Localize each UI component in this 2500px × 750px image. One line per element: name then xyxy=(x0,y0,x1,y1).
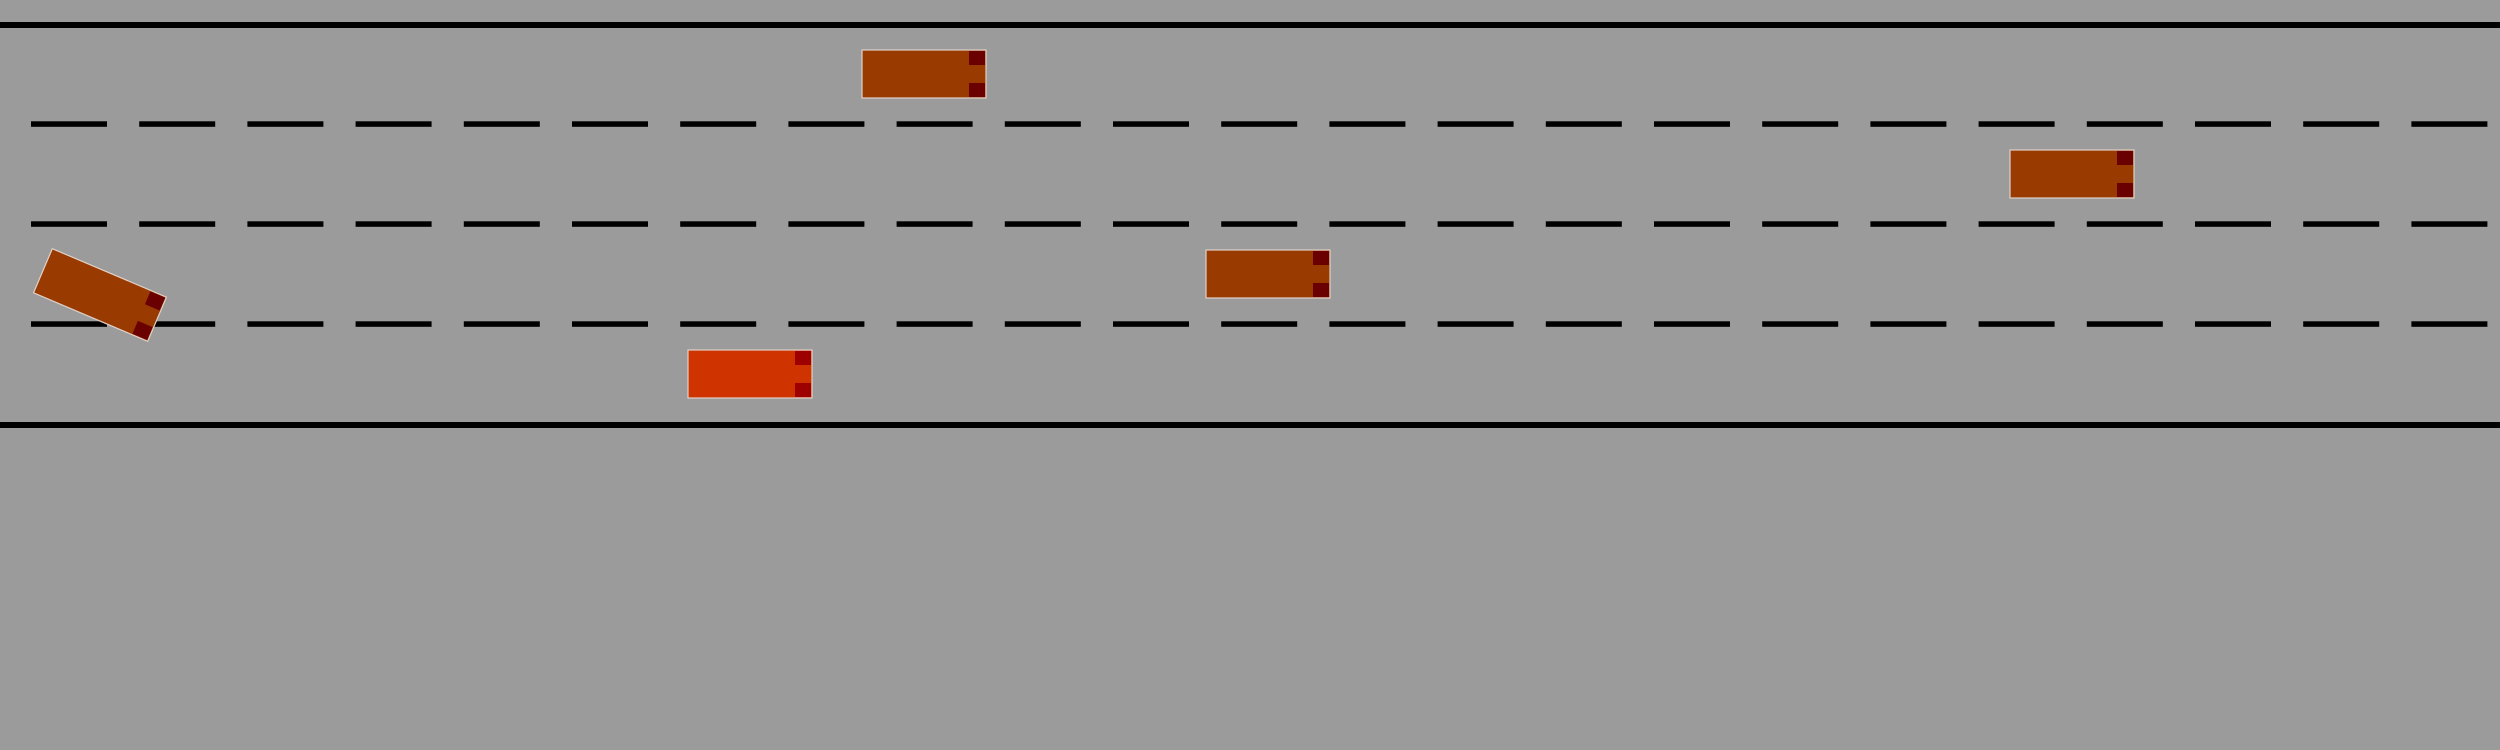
lane-dash xyxy=(355,221,432,227)
lane-dash xyxy=(2303,121,2380,127)
lane-dash xyxy=(1545,121,1622,127)
lane-dash xyxy=(1004,221,1081,227)
headlight-right xyxy=(795,383,811,397)
lane-dash xyxy=(2086,321,2163,327)
lane-dash xyxy=(1870,321,1947,327)
lane-dash xyxy=(680,221,757,227)
lane-dash xyxy=(1870,121,1947,127)
lane-dash xyxy=(1437,321,1514,327)
lane-dash xyxy=(139,221,216,227)
lane-dash xyxy=(1221,221,1298,227)
lane-dash xyxy=(1654,321,1730,327)
lane-dash xyxy=(896,221,973,227)
lane-dash xyxy=(2086,221,2163,227)
lane-dash xyxy=(788,221,865,227)
lane-dash xyxy=(31,221,107,227)
lane-dash xyxy=(2303,221,2380,227)
lane-dash xyxy=(1004,321,1081,327)
lane-dash xyxy=(139,121,216,127)
lane-dash xyxy=(1113,121,1189,127)
lane-dash xyxy=(1978,221,2055,227)
headlight-right xyxy=(969,83,985,97)
lane-dash xyxy=(572,121,648,127)
lane-dash xyxy=(355,321,432,327)
road-surface xyxy=(0,0,2500,750)
headlight-left xyxy=(1313,251,1329,265)
highway-scene xyxy=(0,0,2500,750)
lane-dash xyxy=(1870,221,1947,227)
lane-dash xyxy=(463,221,540,227)
lane-dash xyxy=(1762,121,1839,127)
lane-dash xyxy=(2411,321,2488,327)
vehicle-body xyxy=(1205,249,1331,299)
lane-dash xyxy=(680,321,757,327)
vehicle-body xyxy=(687,349,813,399)
lane-dash xyxy=(247,321,324,327)
lane-dash xyxy=(896,121,973,127)
lane-dash xyxy=(1437,121,1514,127)
lane-dash xyxy=(1762,321,1839,327)
headlight-right xyxy=(2117,183,2133,197)
vehicle-body xyxy=(2009,149,2135,199)
lane-dash xyxy=(572,221,648,227)
lane-dash xyxy=(1762,221,1839,227)
lane-dash xyxy=(1329,221,1406,227)
lane-dash xyxy=(572,321,648,327)
lane-dash xyxy=(1113,221,1189,227)
vehicle-body xyxy=(861,49,987,99)
headlight-left xyxy=(2117,151,2133,165)
headlight-left xyxy=(795,351,811,365)
lane-dash xyxy=(2086,121,2163,127)
lane-dash xyxy=(463,321,540,327)
lane-dash xyxy=(1113,321,1189,327)
lane-dash xyxy=(788,321,865,327)
lane-dash xyxy=(1329,321,1406,327)
lane-dash xyxy=(247,121,324,127)
lane-dash xyxy=(1329,121,1406,127)
vehicle-3 xyxy=(1205,249,1331,299)
lane-dash xyxy=(463,121,540,127)
ego-vehicle xyxy=(687,349,813,399)
lane-dash xyxy=(1545,321,1622,327)
lane-dash xyxy=(1221,121,1298,127)
lane-dash xyxy=(355,121,432,127)
lane-dash xyxy=(247,221,324,227)
lane-dash xyxy=(31,121,107,127)
lane-dash xyxy=(1654,121,1730,127)
lane-dash xyxy=(896,321,973,327)
lane-dash xyxy=(1545,221,1622,227)
lane-dash xyxy=(1978,121,2055,127)
lane-dash xyxy=(1221,321,1298,327)
lane-dash xyxy=(788,121,865,127)
lane-dash xyxy=(2195,321,2271,327)
vehicle-1 xyxy=(861,49,987,99)
lane-dash xyxy=(2195,121,2271,127)
headlight-left xyxy=(969,51,985,65)
lane-dash xyxy=(2303,321,2380,327)
lane-dash xyxy=(1437,221,1514,227)
lane-dash xyxy=(2411,221,2488,227)
headlight-right xyxy=(1313,283,1329,297)
lane-dash xyxy=(2195,221,2271,227)
vehicle-2 xyxy=(2009,149,2135,199)
lane-dash xyxy=(1978,321,2055,327)
lane-dash xyxy=(1004,121,1081,127)
lane-dash xyxy=(1654,221,1730,227)
lane-dash xyxy=(31,321,107,327)
lane-dash xyxy=(2411,121,2488,127)
lane-dash xyxy=(680,121,757,127)
